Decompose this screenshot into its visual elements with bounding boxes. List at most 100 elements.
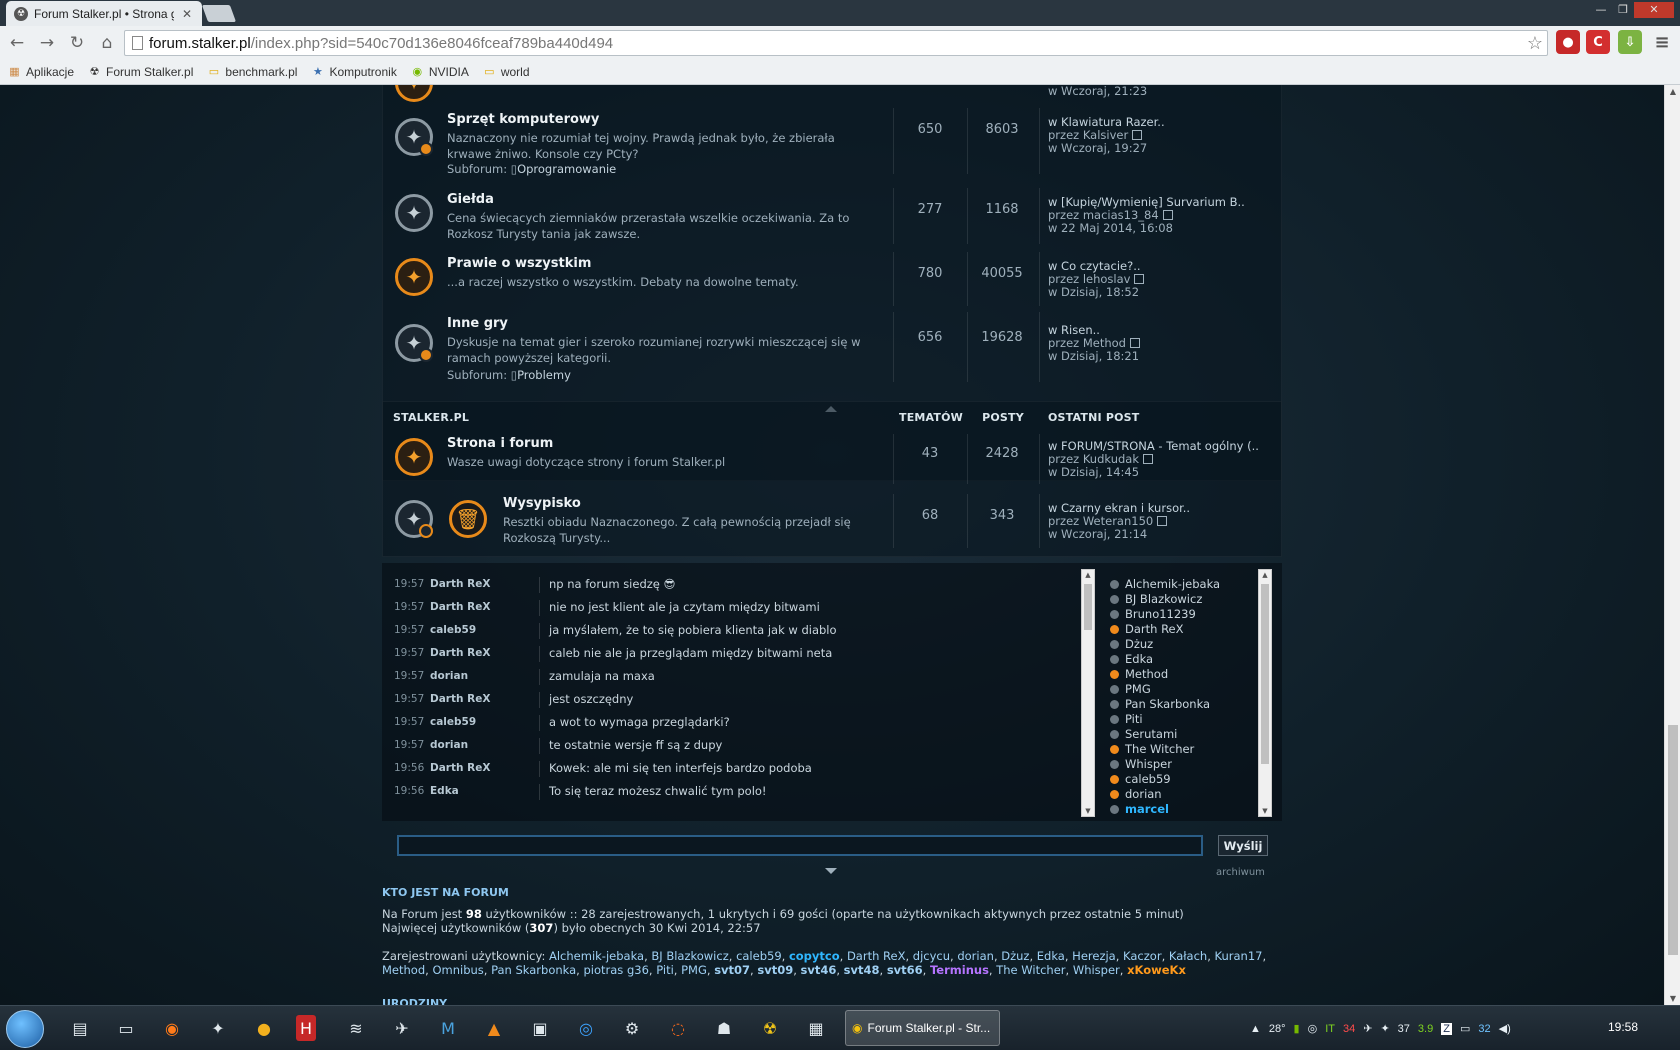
tray-z-icon[interactable]: Z xyxy=(1441,1022,1452,1035)
bookmark-nvidia[interactable]: ◉ NVIDIA xyxy=(411,65,469,79)
scrollbar-thumb[interactable] xyxy=(1261,584,1269,764)
goto-post-icon[interactable] xyxy=(1143,454,1153,464)
tray-chrome-icon[interactable]: ◎ xyxy=(1308,1022,1318,1035)
online-user[interactable]: Edka xyxy=(1110,652,1260,667)
send-button[interactable]: Wyślij xyxy=(1218,835,1268,856)
registered-user-link[interactable]: svt46 xyxy=(801,963,837,977)
wifi-icon[interactable]: ≋ xyxy=(342,1015,370,1041)
origin-icon[interactable]: ◌ xyxy=(664,1015,692,1041)
registered-user-link[interactable]: The Witcher xyxy=(996,963,1065,977)
back-arrow-icon[interactable]: ← xyxy=(4,30,30,56)
tray-expand-icon[interactable]: ▲ xyxy=(1250,1023,1261,1035)
registered-user-link[interactable]: Edka xyxy=(1037,949,1065,963)
shoutbox-input[interactable] xyxy=(397,835,1203,856)
registered-user-link[interactable]: copytco xyxy=(789,949,840,963)
home-icon[interactable]: ⌂ xyxy=(94,30,120,56)
online-user[interactable]: Piti xyxy=(1110,712,1260,727)
forum-title-link[interactable]: Prawie o wszystkim xyxy=(447,256,591,271)
registered-user-link[interactable]: Dżuz xyxy=(1001,949,1029,963)
online-user[interactable]: Dżuz xyxy=(1110,637,1260,652)
download-extension-icon[interactable]: ⇩ xyxy=(1618,30,1642,54)
last-post-topic-link[interactable]: w Klawiatura Razer.. xyxy=(1048,115,1165,129)
scroll-down-arrow-icon[interactable]: ▼ xyxy=(1665,994,1680,1003)
clock[interactable]: 19:58 xyxy=(1608,1020,1638,1034)
registered-user-link[interactable]: svt48 xyxy=(844,963,880,977)
category-title[interactable]: STALKER.PL xyxy=(393,411,469,424)
registered-user-link[interactable]: Terminus xyxy=(930,963,989,977)
last-post-topic-link[interactable]: w FORUM/STRONA - Temat ogólny (.. xyxy=(1048,439,1259,453)
maximize-icon[interactable]: ❐ xyxy=(1612,2,1634,18)
subforum-link[interactable]: Problemy xyxy=(517,368,571,382)
window-app-icon[interactable]: ▦ xyxy=(802,1015,830,1041)
registered-user-link[interactable]: Whisper xyxy=(1073,963,1120,977)
bookmark-komputronik[interactable]: ★ Komputronik xyxy=(311,65,397,79)
scroll-up-arrow-icon[interactable]: ▲ xyxy=(1665,87,1680,96)
registered-user-link[interactable]: BJ Blazkowicz xyxy=(651,949,728,963)
registered-user-link[interactable]: xKoweKx xyxy=(1127,963,1186,977)
save-disk-icon[interactable]: ▣ xyxy=(526,1015,554,1041)
scrollbar-thumb[interactable] xyxy=(1084,584,1092,630)
message-author[interactable]: caleb59 xyxy=(430,711,476,734)
archive-link[interactable]: archiwum xyxy=(1216,867,1265,878)
online-user[interactable]: Pan Skarbonka xyxy=(1110,697,1260,712)
bookmark-aplikacje[interactable]: ▦ Aplikacje xyxy=(8,65,74,79)
online-user[interactable]: marcel xyxy=(1110,802,1260,817)
taskbar-active-chrome[interactable]: ◉ Forum Stalker.pl - Str... xyxy=(845,1010,1000,1046)
plane-icon[interactable]: ✈ xyxy=(388,1015,416,1041)
minimize-icon[interactable]: — xyxy=(1590,2,1612,18)
bookmark-forum-stalker[interactable]: ☢ Forum Stalker.pl xyxy=(88,65,194,79)
scroll-up-arrow-icon[interactable]: ▲ xyxy=(1259,571,1271,579)
goto-post-icon[interactable] xyxy=(1162,210,1173,220)
message-author[interactable]: Darth ReX xyxy=(430,688,490,711)
registered-user-link[interactable]: Kaczor xyxy=(1123,949,1162,963)
scroll-up-arrow-icon[interactable]: ▲ xyxy=(1082,571,1094,579)
online-user[interactable]: dorian xyxy=(1110,787,1260,802)
message-author[interactable]: caleb59 xyxy=(430,619,476,642)
notepad-icon[interactable]: ▤ xyxy=(66,1015,94,1041)
tray-plane-icon[interactable]: ✈ xyxy=(1363,1022,1372,1035)
browser-app-icon[interactable]: ◎ xyxy=(572,1015,600,1041)
forum-title-link[interactable]: Wysypisko xyxy=(503,496,581,511)
registered-user-link[interactable]: Darth ReX xyxy=(847,949,906,963)
tray-network-icon[interactable]: ▭ xyxy=(1460,1022,1470,1035)
registered-user-link[interactable]: svt09 xyxy=(757,963,793,977)
online-user[interactable]: Alchemik-jebaka xyxy=(1110,577,1260,592)
forward-arrow-icon[interactable]: → xyxy=(34,30,60,56)
page-scrollbar[interactable]: ▲ ▼ xyxy=(1664,85,1680,1005)
goto-post-icon[interactable] xyxy=(1157,516,1168,526)
online-user[interactable]: BJ Blazkowicz xyxy=(1110,592,1260,607)
registered-user-link[interactable]: PMG xyxy=(681,963,707,977)
bookmark-benchmark[interactable]: ▭ benchmark.pl xyxy=(207,65,298,79)
online-user[interactable]: PMG xyxy=(1110,682,1260,697)
online-user[interactable]: Method xyxy=(1110,667,1260,682)
expand-arrow-icon[interactable] xyxy=(825,868,837,874)
registered-user-link[interactable]: Kuran17 xyxy=(1215,949,1263,963)
registered-user-link[interactable]: piotras g36 xyxy=(583,963,648,977)
registered-user-link[interactable]: svt66 xyxy=(887,963,923,977)
last-post-topic-link[interactable]: w Risen.. xyxy=(1048,323,1100,337)
h-app-icon[interactable]: H xyxy=(296,1015,316,1041)
tray-nvidia-icon[interactable]: ▮ xyxy=(1294,1022,1300,1035)
last-post-topic-link[interactable]: w [Kupię/Wymienię] Survarium B.. xyxy=(1048,195,1245,209)
message-author[interactable]: Darth ReX xyxy=(430,642,490,665)
online-user[interactable]: Darth ReX xyxy=(1110,622,1260,637)
last-post-author[interactable]: przez lehoslav xyxy=(1048,272,1130,286)
last-post-author[interactable]: przez macias13_84 xyxy=(1048,208,1159,222)
explorer-folder-icon[interactable]: ▭ xyxy=(112,1015,140,1041)
registered-user-link[interactable]: Omnibus xyxy=(432,963,483,977)
message-author[interactable]: Darth ReX xyxy=(430,596,490,619)
registered-user-link[interactable]: Method xyxy=(382,963,425,977)
message-author[interactable]: dorian xyxy=(430,734,468,757)
last-post-author[interactable]: przez Kudkudak xyxy=(1048,452,1139,466)
online-user[interactable]: The Witcher xyxy=(1110,742,1260,757)
reload-icon[interactable]: ↻ xyxy=(64,30,90,56)
message-author[interactable]: Darth ReX xyxy=(430,757,490,780)
messages-scrollbar[interactable]: ▲ ▼ xyxy=(1081,569,1095,817)
firefox-icon[interactable]: ◉ xyxy=(158,1015,186,1041)
game-icon[interactable]: ☗ xyxy=(710,1015,738,1041)
last-post-topic-link[interactable]: w Czarny ekran i kursor.. xyxy=(1048,501,1190,515)
m-app-icon[interactable]: M xyxy=(434,1015,462,1041)
app-icon[interactable]: ✦ xyxy=(204,1015,232,1041)
online-user[interactable]: Bruno11239 xyxy=(1110,607,1260,622)
forum-title-link[interactable]: Inne gry xyxy=(447,316,508,331)
